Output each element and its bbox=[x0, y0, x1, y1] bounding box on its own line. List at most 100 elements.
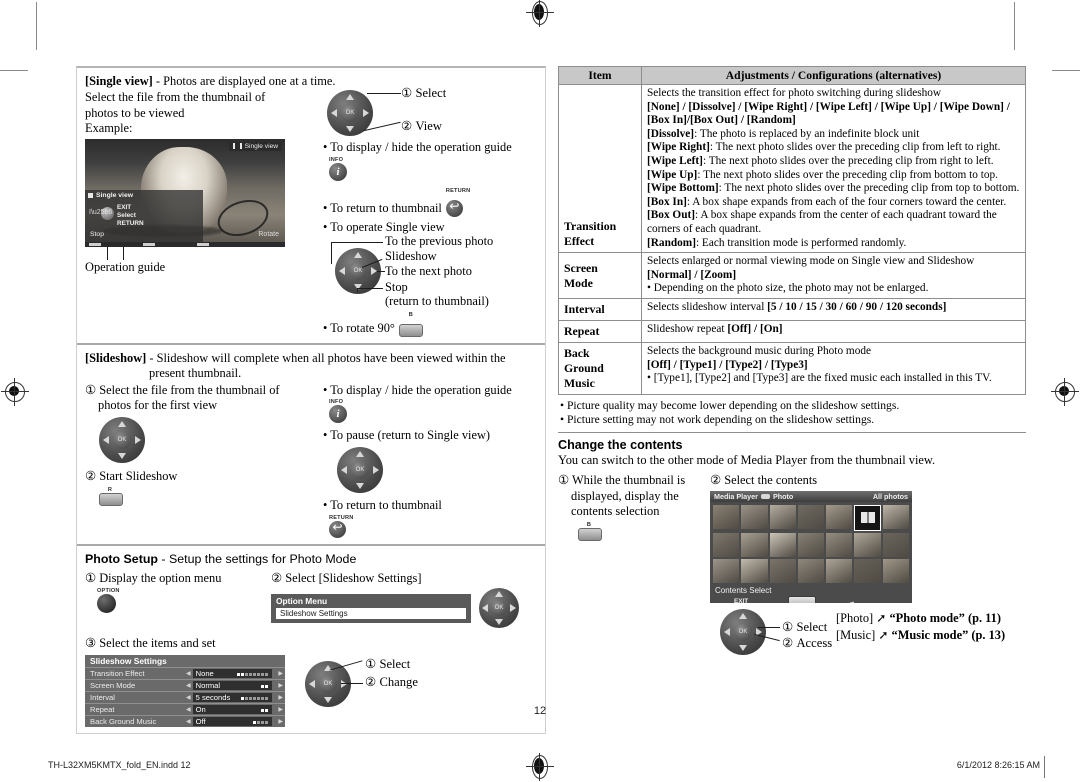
dpad-contents-select[interactable]: OK bbox=[720, 608, 766, 655]
tv-osd-exit: EXIT bbox=[117, 203, 132, 211]
ok-button[interactable]: OK bbox=[351, 460, 369, 479]
note-line: • Picture quality may become lower depen… bbox=[560, 398, 900, 412]
table-description-line: [Wipe Left]: The next photo slides over … bbox=[647, 154, 994, 167]
slideshow-settings-row-value: 5 seconds bbox=[192, 692, 273, 702]
tv-media-player-bar: Media Player Photo All photos bbox=[710, 490, 912, 502]
ref-music-mode: [Music] ➚ “Music mode” (p. 13) bbox=[836, 628, 1005, 643]
dpad-slideshow-select[interactable]: OK bbox=[99, 417, 145, 464]
ref-photo-bracket: [Photo] bbox=[836, 610, 874, 625]
info-key-label: INFO bbox=[329, 157, 344, 163]
tv-thumbnail[interactable] bbox=[741, 558, 768, 583]
dpad-slideshow-pause[interactable]: OK bbox=[337, 446, 383, 493]
stop-square-icon bbox=[88, 192, 93, 198]
chevron-right-icon[interactable]: ▶ bbox=[276, 682, 285, 689]
chevron-left-icon[interactable]: ◀ bbox=[184, 718, 193, 725]
table-description-line: Selects the background music during Phot… bbox=[647, 344, 872, 357]
tv-thumbnail[interactable] bbox=[854, 504, 881, 531]
table-header-row: Item Adjustments / Configurations (alter… bbox=[558, 66, 1026, 85]
r-color-button[interactable] bbox=[99, 492, 123, 506]
single-view-heading-rest: - Photos are displayed one at a time. bbox=[152, 74, 336, 88]
tv-thumbnail[interactable] bbox=[713, 532, 740, 557]
ref-photo-mode: [Photo] ➚ “Photo mode” (p. 11) bbox=[836, 611, 1001, 626]
tv-thumbnail[interactable] bbox=[769, 532, 796, 557]
photo-folder-icon bbox=[788, 595, 816, 603]
chevron-left-icon[interactable]: ◀ bbox=[184, 682, 193, 689]
info-button[interactable]: i bbox=[329, 163, 347, 181]
tv-thumbnail[interactable] bbox=[797, 532, 825, 557]
change-contents-step1-line2: displayed, display the bbox=[571, 488, 679, 503]
photo-setup-dpad-1-text: Select bbox=[379, 656, 411, 671]
dpad-option-menu[interactable]: OK bbox=[479, 588, 519, 629]
info-button[interactable]: i bbox=[329, 405, 347, 424]
tv-thumbnail[interactable] bbox=[713, 558, 740, 583]
chevron-right-icon[interactable]: ▶ bbox=[276, 718, 285, 725]
tv-thumbnail[interactable] bbox=[769, 504, 796, 529]
slideshow-settings-gauge bbox=[237, 672, 269, 676]
tv-thumbnail[interactable] bbox=[741, 504, 768, 529]
return-button[interactable] bbox=[329, 520, 346, 539]
tv-bar-left: Media Player bbox=[714, 491, 758, 501]
contents-dpad-2-text: Access bbox=[796, 635, 833, 650]
tv-operation-guide-osd: Single view I\u25b6 EXIT Select RETURN S… bbox=[85, 189, 203, 242]
change-contents-step1-line3: contents selection bbox=[571, 503, 660, 518]
slideshow-settings-row[interactable]: Interval ◀ 5 seconds ▶ bbox=[85, 690, 285, 703]
b-color-button[interactable] bbox=[398, 323, 423, 337]
return-button[interactable] bbox=[445, 199, 463, 217]
operation-guide-caption: Operation guide bbox=[85, 259, 166, 274]
slideshow-settings-row[interactable]: Screen Mode ◀ Normal ▶ bbox=[85, 678, 285, 691]
change-contents-step1-block: ① While the thumbnail is displayed, disp… bbox=[558, 473, 710, 602]
tv-thumbnail[interactable] bbox=[797, 504, 825, 529]
bullet-rotate-90-text: To rotate 90° bbox=[330, 321, 395, 336]
table-description-line: • [Type1], [Type2] and [Type3] are the f… bbox=[647, 372, 992, 385]
tv-thumbnail[interactable] bbox=[769, 558, 796, 583]
option-menu-item-slideshow-settings[interactable]: Slideshow Settings bbox=[276, 607, 466, 619]
return-key-label: RETURN bbox=[329, 515, 354, 522]
photo-setup-dpad-2-text: Change bbox=[379, 674, 418, 689]
tv-thumbnail[interactable] bbox=[797, 558, 825, 583]
chevron-right-icon[interactable]: ▶ bbox=[276, 694, 285, 701]
tv-thumbnail[interactable] bbox=[741, 532, 768, 557]
ok-button[interactable]: OK bbox=[734, 622, 752, 641]
label-slideshow: Slideshow bbox=[385, 249, 437, 264]
dpad-slideshow-settings[interactable]: OK bbox=[305, 660, 351, 707]
slideshow-settings-row-name: Back Ground Music bbox=[90, 716, 157, 726]
photo-setup-step2-text: Select [Slideshow Settings] bbox=[285, 570, 422, 585]
slideshow-settings-row[interactable]: Transition Effect ◀ None ▶ bbox=[85, 666, 285, 679]
bullet-rotate-90: • To rotate 90° B bbox=[323, 308, 537, 337]
chevron-left-icon[interactable]: ◀ bbox=[184, 670, 193, 677]
tv-thumbnail[interactable] bbox=[882, 532, 909, 557]
slideshow-bullet-pause: • To pause (return to Single view) bbox=[323, 428, 491, 443]
tv-thumbnail[interactable] bbox=[882, 558, 909, 583]
footer-filename: TH-L32XM5KMTX_fold_EN.indd 12 bbox=[48, 760, 191, 770]
b-key-label: B bbox=[408, 312, 413, 319]
b-color-button[interactable] bbox=[578, 528, 602, 542]
tv-thumbnail[interactable] bbox=[826, 558, 853, 583]
ok-button[interactable]: OK bbox=[319, 674, 337, 693]
tv-single-view-screenshot: Single view Single view I\u25b6 EXIT Sel… bbox=[85, 138, 285, 247]
slideshow-bullet-return-thumbnail-text: To return to thumbnail bbox=[330, 497, 442, 512]
table-description-line: Selects slideshow interval [5 / 10 / 15 … bbox=[647, 300, 947, 313]
tv-thumbnail[interactable] bbox=[854, 558, 881, 583]
photo-setup-title: Photo Setup bbox=[85, 552, 158, 567]
label-next-photo: To the next photo bbox=[385, 264, 472, 279]
slideshow-settings-row-value: None bbox=[192, 668, 273, 678]
tv-thumbnail[interactable] bbox=[713, 504, 740, 529]
chevron-right-icon[interactable]: ▶ bbox=[276, 670, 285, 677]
table-description-line: [Wipe Right]: The next photo slides over… bbox=[647, 141, 1001, 154]
dpad-step2-label: ② View bbox=[401, 119, 442, 134]
arrow-right-icon: ➚ bbox=[878, 627, 889, 642]
tv-thumbnail[interactable] bbox=[826, 532, 853, 557]
table-cell-description: Slideshow repeat [Off] / [On] bbox=[641, 319, 1026, 343]
tv-thumbnail[interactable] bbox=[826, 504, 853, 529]
table-description-line: [Box In]: A box shape expands from each … bbox=[647, 195, 1007, 208]
chevron-left-icon[interactable]: ◀ bbox=[184, 694, 193, 701]
option-button[interactable] bbox=[97, 594, 116, 614]
tv-thumbnail[interactable] bbox=[854, 532, 881, 557]
option-menu-box: Option Menu Slideshow Settings bbox=[271, 593, 471, 623]
tv-thumbnail[interactable] bbox=[882, 504, 909, 529]
tv-osd-return: RETURN bbox=[117, 219, 144, 227]
slideshow-settings-title: Slideshow Settings bbox=[85, 654, 285, 667]
single-view-line1: Select the file from the thumbnail of bbox=[85, 90, 266, 105]
slideshow-heading-rest: - Slideshow will complete when all photo… bbox=[146, 350, 506, 365]
pause-icon bbox=[232, 143, 242, 150]
